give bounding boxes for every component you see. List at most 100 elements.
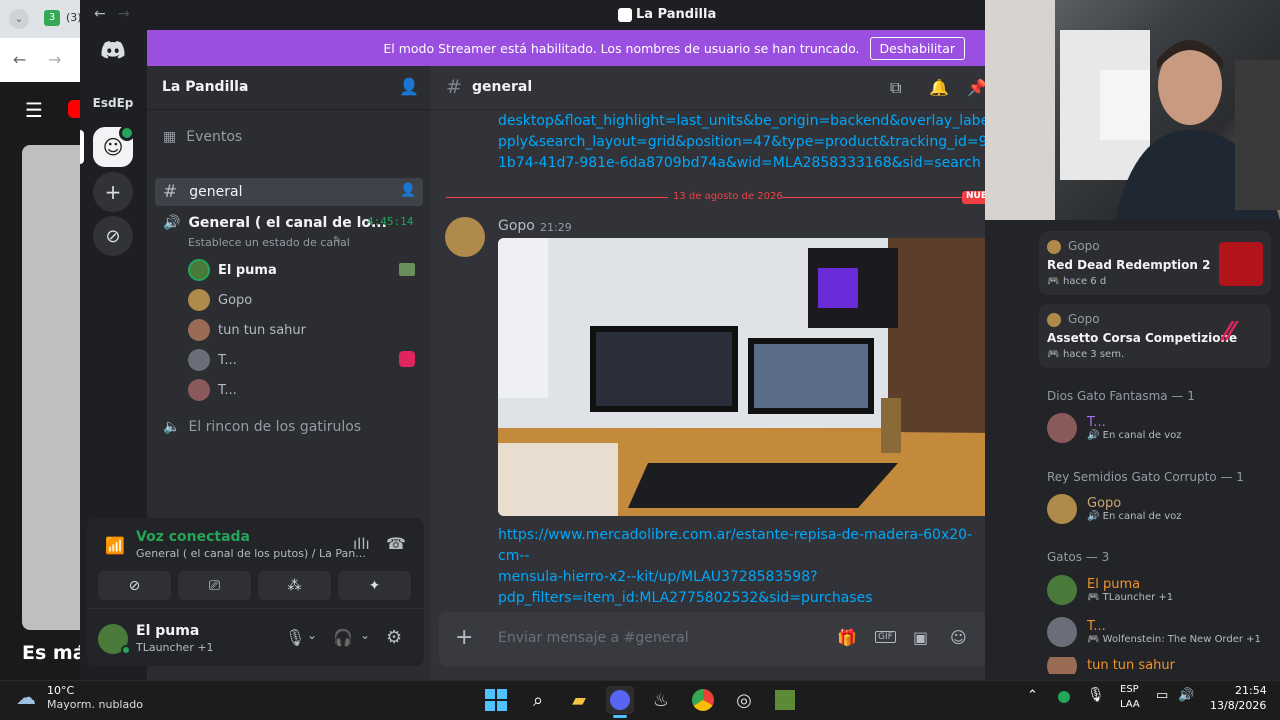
emoji-icon[interactable]: ☺	[950, 628, 967, 647]
new-badge: NUE	[962, 191, 985, 204]
clock-time[interactable]: 21:54	[1235, 684, 1267, 697]
microphone-tray-icon[interactable]: 🎙	[1087, 687, 1105, 703]
message-link[interactable]: https://www.mercadolibre.com.ar/estante-…	[498, 525, 985, 609]
current-user-name[interactable]: El puma	[136, 623, 199, 639]
invite-people-icon[interactable]: 👤	[399, 77, 419, 96]
server-esdep[interactable]: EsdEp	[90, 83, 136, 123]
sticker-icon[interactable]: ▣	[913, 628, 928, 647]
composer-placeholder[interactable]: Enviar mensaje a #general	[498, 630, 689, 646]
voice-channel-path[interactable]: General ( el canal de los putos) / La Pa…	[136, 547, 366, 560]
bell-icon[interactable]: 🔔	[929, 78, 949, 97]
language-code[interactable]: ESP	[1120, 684, 1139, 695]
keyboard-layout[interactable]: LAA	[1120, 699, 1140, 710]
attachment-image[interactable]	[498, 238, 994, 516]
link-line[interactable]: desktop&float_highlight=last_units&be_or…	[498, 111, 985, 132]
voice-user[interactable]: Gopo	[188, 287, 252, 313]
chevron-down-icon[interactable]: ⌄	[360, 628, 370, 642]
member-item[interactable]: El puma 🎮 TLauncher +1	[1047, 575, 1173, 605]
gift-icon[interactable]: 🎁	[837, 628, 857, 647]
headphones-icon[interactable]: 🎧	[333, 628, 353, 647]
voice-user[interactable]: T...	[188, 347, 237, 373]
clock-date[interactable]: 13/8/2026	[1210, 699, 1266, 712]
activity-card[interactable]: Gopo Red Dead Redemption 2 🎮 hace 6 d	[1039, 231, 1271, 295]
camera-off-button[interactable]: ⊘	[98, 571, 171, 600]
link-line[interactable]: https://www.mercadolibre.com.ar/estante-…	[498, 525, 985, 567]
avatar	[188, 289, 210, 311]
link-line[interactable]: pply&search_layout=grid&position=47&type…	[498, 132, 985, 153]
weather-desc[interactable]: Mayorm. nublado	[47, 698, 143, 711]
avatar[interactable]	[445, 217, 485, 257]
message-link[interactable]: desktop&float_highlight=last_units&be_or…	[498, 111, 985, 174]
voice-user[interactable]: El puma	[188, 257, 277, 283]
message-author[interactable]: Gopo	[498, 218, 535, 234]
volume-icon[interactable]: 🔊	[1178, 688, 1194, 703]
forward-arrow-icon[interactable]: →	[48, 50, 61, 69]
hamburger-menu-icon[interactable]: ☰	[25, 98, 43, 122]
pin-icon[interactable]: 📌	[967, 78, 987, 97]
channel-events[interactable]: ▦ Eventos	[155, 123, 423, 151]
settings-gear-icon[interactable]: ⚙	[386, 627, 402, 648]
back-arrow-icon[interactable]: ←	[94, 6, 106, 22]
pencil-icon[interactable]: ✎	[333, 235, 341, 246]
minecraft-icon[interactable]	[771, 686, 799, 714]
network-icon[interactable]: ▭	[1156, 688, 1168, 703]
message-composer[interactable]: + Enviar mensaje a #general 🎁 GIF ▣ ☺ ⁂	[439, 612, 1022, 666]
date-divider: 13 de agosto de 2026	[673, 191, 783, 202]
signal-icon[interactable]: 📶	[105, 536, 125, 555]
member-item[interactable]: T... 🔊 En canal de voz	[1047, 413, 1182, 443]
disconnect-icon[interactable]: ☎	[386, 534, 406, 553]
obs-icon[interactable]: ◎	[730, 686, 758, 714]
tab-list-icon[interactable]: ⌄	[9, 9, 29, 29]
discover-icon[interactable]: ⊘	[93, 216, 133, 256]
link-line[interactable]: 1b74-41d7-981e-6da8709bd74a&wid=MLA28583…	[498, 153, 985, 174]
voice-user[interactable]: tun tun sahur	[188, 317, 306, 343]
add-server-icon[interactable]: +	[93, 172, 133, 212]
voice-channel-gatirulos[interactable]: 🔈 El rincon de los gatirulos	[155, 413, 423, 441]
voice-channel-general[interactable]: 🔊 General ( el canal de lo... 4:45:14	[155, 209, 423, 237]
chrome-icon[interactable]	[689, 686, 717, 714]
member-item[interactable]: T... 🎮 Wolfenstein: The New Order +1	[1047, 617, 1261, 647]
chevron-down-icon[interactable]: ⌄	[307, 628, 317, 642]
avatar	[188, 319, 210, 341]
link-line[interactable]: pdp_filters=item_id:MLA2775802532&sid=pu…	[498, 588, 985, 609]
back-arrow-icon[interactable]: ←	[13, 50, 26, 69]
discord-taskbar-icon[interactable]	[606, 686, 634, 714]
chevron-up-icon[interactable]: ⌃	[1027, 688, 1038, 703]
invite-to-channel-icon[interactable]: 👤	[400, 183, 416, 198]
steam-icon[interactable]: ♨	[647, 686, 675, 714]
file-explorer-icon[interactable]: ▰	[565, 686, 593, 714]
webcam-feed	[985, 0, 1280, 220]
member-item[interactable]: Gopo 🔊 En canal de voz	[1047, 494, 1182, 524]
voice-status[interactable]: Establece un estado de canal	[188, 236, 350, 249]
search-icon[interactable]: ⌕	[524, 686, 552, 714]
microphone-icon[interactable]: 🎙	[285, 628, 305, 647]
member-item[interactable]: tun tun sahur	[1047, 657, 1175, 674]
channel-general[interactable]: # general 👤	[155, 178, 423, 206]
link-line[interactable]: mensula-hierro-x2--kit/up/MLAU3728583598…	[498, 567, 985, 588]
tray-status-icon[interactable]	[1058, 691, 1070, 703]
threads-icon[interactable]: ⧉	[890, 78, 901, 98]
tab-badge[interactable]: 3	[44, 10, 60, 26]
activity-time: hace 6 d	[1063, 276, 1107, 287]
share-screen-button[interactable]: ⎚	[178, 571, 251, 600]
voice-connected-status[interactable]: Voz conectada	[136, 529, 250, 545]
soundboard-button[interactable]: ✦	[338, 571, 411, 600]
forward-arrow-icon[interactable]: →	[118, 6, 130, 22]
gamepad-icon: 🎮	[1047, 349, 1060, 360]
server-la-pandilla[interactable]: ☺	[93, 125, 135, 167]
activity-game: Red Dead Redemption 2	[1047, 258, 1211, 272]
gif-icon[interactable]: GIF	[875, 631, 896, 643]
add-attachment-icon[interactable]: +	[455, 625, 473, 650]
disable-streamer-button[interactable]: Deshabilitar	[869, 36, 965, 60]
windows-start-icon[interactable]	[482, 686, 510, 714]
activities-button[interactable]: ⁂	[258, 571, 331, 600]
video-thumbnail[interactable]	[22, 145, 82, 630]
guild-header[interactable]: La Pandilla ⌄ 👤	[147, 66, 430, 110]
weather-temp[interactable]: 10°C	[47, 684, 74, 697]
voice-user[interactable]: T...	[188, 377, 237, 403]
discord-home-icon[interactable]	[93, 30, 133, 70]
activity-card[interactable]: Gopo Assetto Corsa Competizione 🎮 hace 3…	[1039, 304, 1271, 368]
soundboard-icon[interactable]: ıllı	[353, 535, 370, 553]
chevron-down-icon: ⌄	[239, 78, 250, 92]
weather-cloud-icon[interactable]: ☁	[16, 685, 36, 709]
